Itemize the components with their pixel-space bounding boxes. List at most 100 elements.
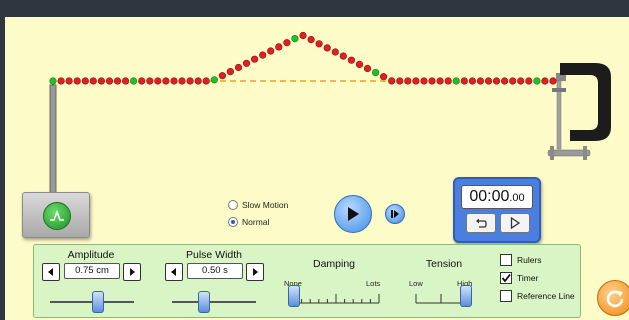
string-bead[interactable] <box>404 77 412 85</box>
timer-fraction: .00 <box>509 192 525 204</box>
reference-line-option[interactable]: Reference Line <box>500 290 575 302</box>
rulers-checkbox[interactable] <box>500 254 512 266</box>
string-bead[interactable] <box>251 55 259 63</box>
reference-bead[interactable] <box>210 76 218 84</box>
rulers-option[interactable]: Rulers <box>500 254 542 266</box>
step-button[interactable] <box>385 204 405 224</box>
damping-scale[interactable] <box>289 291 383 305</box>
string-bead[interactable] <box>202 77 210 85</box>
pulse-button[interactable] <box>43 202 71 230</box>
damping-label: Damping <box>312 258 356 270</box>
tension-slider-thumb[interactable] <box>460 285 472 307</box>
string-bead[interactable] <box>388 77 396 85</box>
amplitude-slider-thumb[interactable] <box>92 291 104 313</box>
string-bead[interactable] <box>468 77 477 85</box>
string-bead[interactable] <box>186 77 194 85</box>
string-bead[interactable] <box>146 77 154 85</box>
string-bead[interactable] <box>476 77 485 85</box>
string-bead[interactable] <box>73 77 81 85</box>
string-bead[interactable] <box>363 64 372 73</box>
timer-option[interactable]: Timer <box>500 272 538 284</box>
string-bead[interactable] <box>380 73 388 81</box>
string-bead[interactable] <box>283 39 291 47</box>
reference-bead[interactable] <box>452 77 460 85</box>
string-bead[interactable] <box>299 31 307 40</box>
string-bead[interactable] <box>525 77 533 85</box>
string-bead[interactable] <box>339 52 347 60</box>
reference-bead[interactable] <box>533 77 541 85</box>
string-bead[interactable] <box>347 56 356 64</box>
string-bead[interactable] <box>428 77 436 85</box>
string-bead[interactable] <box>97 77 105 85</box>
string-bead[interactable] <box>396 77 404 85</box>
slow-motion-option[interactable]: Slow Motion <box>228 200 288 210</box>
normal-radio[interactable] <box>228 217 238 227</box>
reset-all-button[interactable] <box>597 280 629 316</box>
reference-bead[interactable] <box>372 68 380 77</box>
string-bead[interactable] <box>355 60 364 69</box>
timer-play-button[interactable] <box>500 213 530 233</box>
string-bead[interactable] <box>218 72 226 80</box>
reference-line-checkbox[interactable] <box>500 290 512 302</box>
string-beads[interactable] <box>49 31 557 85</box>
reference-bead[interactable] <box>291 35 299 43</box>
pulse-width-decrease-button[interactable] <box>165 263 183 281</box>
string-bead[interactable] <box>57 77 65 85</box>
reference-bead[interactable] <box>49 77 57 85</box>
left-post <box>49 84 57 196</box>
string-bead[interactable] <box>412 77 420 85</box>
string-bead[interactable] <box>194 77 202 85</box>
string-bead[interactable] <box>323 44 331 52</box>
string-bead[interactable] <box>517 77 525 85</box>
arrow-left-icon <box>171 268 176 276</box>
string-bead[interactable] <box>162 77 170 85</box>
string-bead[interactable] <box>541 77 549 85</box>
string-bead[interactable] <box>178 77 186 85</box>
string-bead[interactable] <box>242 59 251 67</box>
string-bead[interactable] <box>420 77 428 85</box>
string-bead[interactable] <box>113 77 122 85</box>
string-bead[interactable] <box>275 43 283 51</box>
string-bead[interactable] <box>501 77 509 85</box>
slow-motion-radio[interactable] <box>228 200 238 210</box>
clamp-icon[interactable] <box>547 63 611 160</box>
string-bead[interactable] <box>259 51 267 59</box>
timer-reset-button[interactable] <box>466 213 496 233</box>
pulse-width-slider-thumb[interactable] <box>198 291 210 313</box>
control-panel: Amplitude 0.75 cm Pulse Width 0.50 s Dam… <box>33 244 581 318</box>
string-bead[interactable] <box>549 77 557 85</box>
string-bead[interactable] <box>444 77 452 85</box>
string-bead[interactable] <box>267 47 275 55</box>
string-bead[interactable] <box>65 77 73 85</box>
string-bead[interactable] <box>121 77 130 85</box>
reference-bead[interactable] <box>130 77 138 85</box>
damping-slider-thumb[interactable] <box>288 285 300 307</box>
string-bead[interactable] <box>81 77 89 85</box>
string-bead[interactable] <box>492 77 501 85</box>
string-bead[interactable] <box>331 48 339 56</box>
normal-label: Normal <box>242 217 270 227</box>
string-bead[interactable] <box>460 77 468 85</box>
string-bead[interactable] <box>89 77 97 85</box>
string-bead[interactable] <box>138 77 146 85</box>
string-bead[interactable] <box>315 40 323 48</box>
pulse-width-label: Pulse Width <box>185 249 243 261</box>
string-bead[interactable] <box>509 77 517 85</box>
pulse-width-slider-track[interactable] <box>172 301 256 303</box>
pulse-width-increase-button[interactable] <box>246 263 264 281</box>
string-bead[interactable] <box>105 77 114 85</box>
timer-value: 00:00 <box>469 188 510 205</box>
string-bead[interactable] <box>170 77 178 85</box>
amplitude-decrease-button[interactable] <box>42 263 60 281</box>
string-bead[interactable] <box>234 63 243 72</box>
timer-checkbox[interactable] <box>500 272 512 284</box>
string-bead[interactable] <box>226 67 234 76</box>
amplitude-increase-button[interactable] <box>123 263 141 281</box>
normal-option[interactable]: Normal <box>228 217 269 227</box>
string-bead[interactable] <box>436 77 444 85</box>
string-bead[interactable] <box>154 77 162 85</box>
play-button[interactable] <box>334 195 372 233</box>
string-bead[interactable] <box>484 77 493 85</box>
string-bead[interactable] <box>307 36 315 44</box>
tension-min-label: Low <box>409 279 423 288</box>
